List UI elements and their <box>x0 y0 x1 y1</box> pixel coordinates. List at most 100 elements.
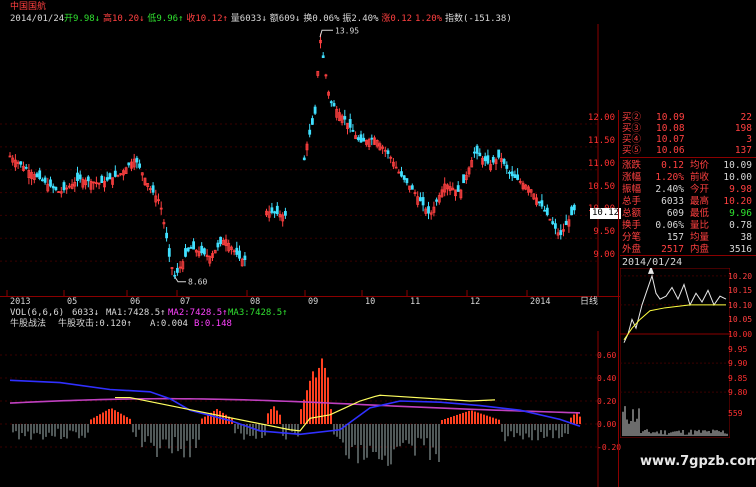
intraday-axis: 10.20 10.15 10.10 10.05 10.00 9.95 9.90 9.85 9.8… <box>726 268 756 438</box>
intraday-vol-tick: 559 <box>728 409 743 418</box>
intraday-chart[interactable] <box>620 268 730 438</box>
indicator-pos-bar <box>441 420 443 424</box>
indicator-pos-bar <box>102 412 104 424</box>
candle-body <box>54 186 58 191</box>
indicator-pos-bar <box>96 415 98 424</box>
intraday-tick: 10.00 <box>728 330 753 339</box>
candle-body <box>189 246 193 249</box>
time-tick: 06 <box>130 297 141 307</box>
indicator-chart[interactable] <box>0 331 600 487</box>
quote-value: 6033 <box>661 196 684 207</box>
order-label: 买③ <box>622 123 642 134</box>
quote-label: 总手 <box>622 196 642 207</box>
candle-body <box>270 207 274 213</box>
indicator-a: A:0.004 <box>150 319 188 329</box>
candle-body <box>100 175 104 184</box>
order-price: 10.09 <box>656 112 685 123</box>
quote-label: 涨幅 <box>622 172 642 183</box>
vol-value: 6033↓ <box>72 308 100 318</box>
candle-body <box>165 232 169 239</box>
candle-body <box>113 170 117 177</box>
candle-body <box>192 241 196 250</box>
intraday-tick: 10.15 <box>728 286 753 296</box>
indicator-axis: 0.60 0.40 0.20 0.00 -0.20 <box>597 331 621 487</box>
quote-label: 总额 <box>622 208 642 219</box>
quote-value: 157 <box>666 232 684 243</box>
price-axis: 12.0011.5011.0010.5010.009.509.00 <box>575 24 620 296</box>
quote-row: 总手 6033 最高 10.20 <box>620 196 756 208</box>
candle-body <box>486 155 490 164</box>
candle-body <box>127 162 131 166</box>
candle-body <box>200 245 204 254</box>
indicator-pos-bar <box>321 358 323 424</box>
quote-row: 总额 609 最低 9.96 <box>620 208 756 220</box>
indicator-pos-bar <box>468 410 470 424</box>
candle-body <box>43 177 47 183</box>
indicator-pos-bar <box>105 410 107 424</box>
indicator-pos-bar <box>318 367 320 424</box>
order-volume: 22 <box>740 112 752 123</box>
indicator-pos-bar <box>459 413 461 424</box>
current-price-tag: 10.12 <box>590 208 622 219</box>
order-price: 10.07 <box>656 134 685 145</box>
candle-body <box>186 247 190 252</box>
candle-body <box>235 247 239 255</box>
candle-body <box>105 177 109 181</box>
intraday-date: 2014/01/24 <box>622 257 683 268</box>
quote-label: 外盘 <box>622 244 642 255</box>
quote-row: 振幅 2.40% 今开 9.98 <box>620 184 756 196</box>
candle-body <box>38 170 42 180</box>
candle-body <box>510 171 514 177</box>
candle-body <box>559 230 563 235</box>
order-label: 买④ <box>622 134 642 145</box>
quote-label: 分笔 <box>622 232 642 243</box>
quote-label: 量比 <box>690 220 710 231</box>
candle-body <box>348 119 352 128</box>
candle-body <box>543 209 546 212</box>
indicator-pos-bar <box>576 413 578 424</box>
indicator-pos-bar <box>312 371 314 424</box>
quote-value: 0.12 <box>661 160 684 171</box>
indicator-pos-bar <box>117 411 119 424</box>
candle-body <box>243 255 247 261</box>
time-tick: 09 <box>308 297 319 307</box>
candle-body <box>435 199 439 202</box>
low-label: 8.60 <box>188 278 207 287</box>
indicator-pos-bar <box>120 413 122 424</box>
candle-body <box>475 145 479 154</box>
indicator-pos-bar <box>456 414 458 424</box>
candle-body <box>238 250 241 259</box>
candle-body <box>275 205 279 215</box>
period-label[interactable]: 日线 <box>580 297 598 308</box>
time-tick: 11 <box>410 297 421 307</box>
indicator-pos-bar <box>306 390 308 424</box>
price-tick: 11.50 <box>587 135 615 146</box>
candle-body <box>370 137 374 140</box>
quote-value: 2.40% <box>655 184 684 195</box>
time-tick: 08 <box>250 297 261 307</box>
indicator-value: 牛股攻击:0.120↑ <box>58 319 132 329</box>
candle-body <box>41 179 44 182</box>
quote-label: 均量 <box>690 232 710 243</box>
indicator-pos-bar <box>489 416 491 424</box>
indicator-pos-bar <box>279 414 281 424</box>
intraday-tick: 10.20 <box>728 271 753 281</box>
candle-body <box>508 171 511 174</box>
quote-label: 换手 <box>622 220 642 231</box>
candle-body <box>302 157 306 161</box>
candle-body <box>516 174 519 180</box>
candle-body <box>502 158 506 164</box>
indicator-pos-bar <box>126 417 128 424</box>
candle-body <box>564 220 568 226</box>
indicator-pos-bar <box>108 409 110 424</box>
kline-chart[interactable]: 13.95 8.60 <box>0 24 600 296</box>
candle-body <box>356 137 360 141</box>
indicator-tick: 0.20 <box>597 397 617 406</box>
intraday-tick: 9.85 <box>728 373 748 383</box>
candle-body <box>472 151 476 154</box>
candle-body <box>308 129 312 135</box>
quote-label: 最高 <box>690 196 710 207</box>
intraday-tick: 10.05 <box>728 315 753 325</box>
time-tick: 10 <box>365 297 376 307</box>
vol-ma1: MA1:7428.5↑ <box>106 308 166 318</box>
